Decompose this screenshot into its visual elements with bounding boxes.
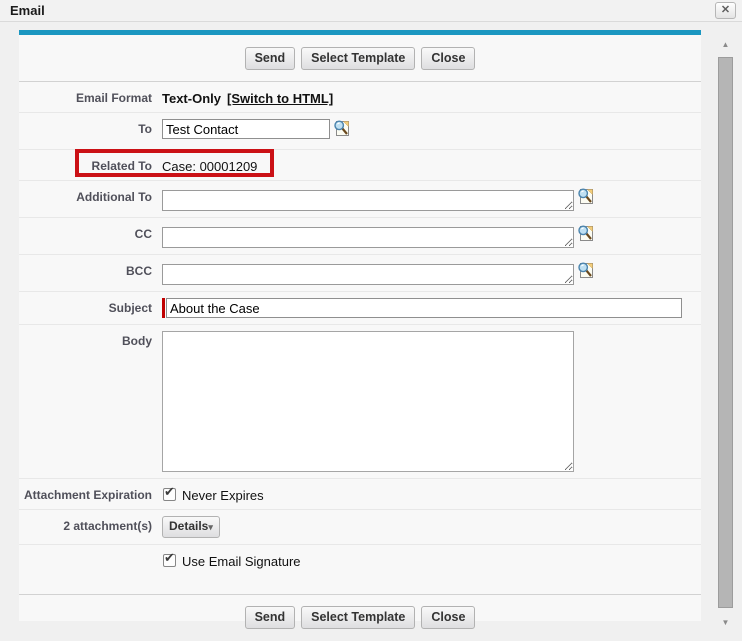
checkmark-icon: ✔: [164, 551, 175, 565]
scroll-down-icon[interactable]: ▼: [717, 618, 734, 628]
lookup-icon[interactable]: [577, 187, 594, 211]
bottom-toolbar: Send Select Template Close: [19, 594, 701, 641]
switch-to-html-link[interactable]: [Switch to HTML]: [227, 88, 333, 106]
email-format-label: Email Format: [19, 88, 152, 105]
attachments-row: 2 attachment(s) Details▾: [19, 510, 701, 545]
bcc-label: BCC: [19, 261, 152, 278]
to-label: To: [19, 119, 152, 136]
scroll-up-icon[interactable]: ▲: [717, 40, 734, 50]
subject-label: Subject: [19, 298, 152, 315]
related-to-label: Related To: [19, 156, 152, 173]
top-toolbar: Send Select Template Close: [19, 35, 701, 82]
never-expires-checkbox[interactable]: ✔: [163, 488, 176, 501]
attachment-expiration-label: Attachment Expiration: [19, 485, 152, 502]
use-email-signature-label: Use Email Signature: [182, 551, 301, 569]
subject-input[interactable]: [166, 298, 682, 318]
email-form: Email Format Text-Only [Switch to HTML] …: [19, 82, 701, 575]
chevron-down-icon: ▾: [208, 522, 213, 532]
additional-to-row: Additional To: [19, 181, 701, 218]
never-expires-label: Never Expires: [182, 485, 264, 503]
vertical-scrollbar: ▲ ▼: [717, 36, 734, 634]
bcc-input[interactable]: [162, 264, 574, 285]
lookup-icon[interactable]: [577, 224, 594, 248]
attachment-expiration-row: Attachment Expiration ✔ Never Expires: [19, 479, 701, 510]
body-input[interactable]: [162, 331, 574, 472]
cc-label: CC: [19, 224, 152, 241]
signature-row: ✔ Use Email Signature: [19, 545, 701, 575]
select-template-button[interactable]: Select Template: [301, 47, 415, 70]
dialog-title: Email: [10, 3, 45, 18]
cc-input[interactable]: [162, 227, 574, 248]
scrollbar-thumb[interactable]: [718, 57, 733, 608]
bcc-row: BCC: [19, 255, 701, 292]
related-to-value: Case: 00001209: [162, 156, 257, 174]
subject-row: Subject: [19, 292, 701, 325]
checkmark-icon: ✔: [164, 485, 175, 499]
lookup-icon[interactable]: [333, 119, 350, 143]
to-input[interactable]: [162, 119, 330, 139]
signature-label-spacer: [19, 551, 152, 555]
send-button[interactable]: Send: [245, 606, 296, 629]
cc-row: CC: [19, 218, 701, 255]
attachments-count-label: 2 attachment(s): [19, 516, 152, 533]
additional-to-input[interactable]: [162, 190, 574, 211]
details-button[interactable]: Details▾: [162, 516, 220, 538]
body-label: Body: [19, 331, 152, 348]
email-format-value: Text-Only: [162, 88, 221, 106]
use-email-signature-checkbox[interactable]: ✔: [163, 554, 176, 567]
additional-to-label: Additional To: [19, 187, 152, 204]
close-button[interactable]: Close: [421, 47, 475, 70]
close-icon[interactable]: ✕: [715, 2, 736, 19]
body-row: Body: [19, 325, 701, 479]
email-format-row: Email Format Text-Only [Switch to HTML]: [19, 82, 701, 113]
dialog-titlebar: Email ✕: [0, 0, 742, 22]
to-row: To: [19, 113, 701, 150]
send-button[interactable]: Send: [245, 47, 296, 70]
details-button-label: Details: [169, 519, 208, 533]
email-dialog-panel: Send Select Template Close Email Format …: [19, 30, 701, 621]
lookup-icon[interactable]: [577, 261, 594, 285]
required-indicator: [162, 298, 165, 318]
select-template-button[interactable]: Select Template: [301, 606, 415, 629]
close-button[interactable]: Close: [421, 606, 475, 629]
related-to-row: Related To Case: 00001209: [19, 150, 701, 181]
